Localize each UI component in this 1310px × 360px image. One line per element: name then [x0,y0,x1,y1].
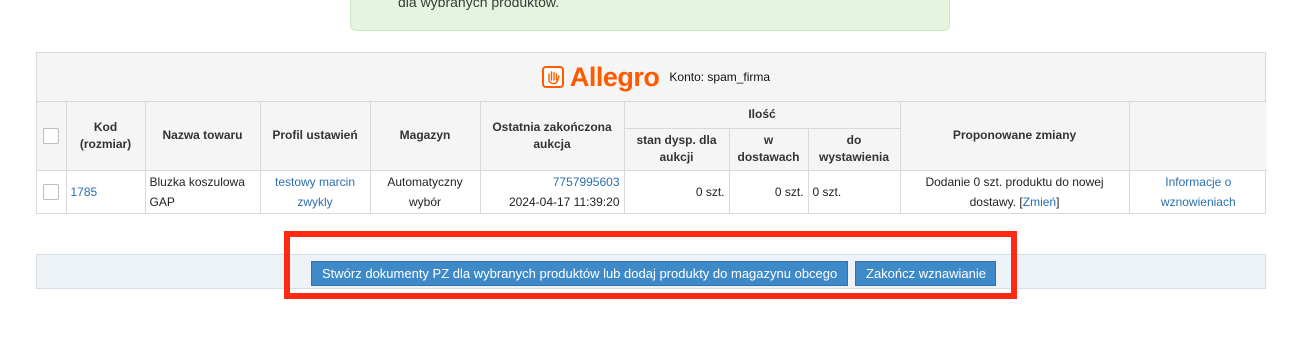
row-select-cell [37,169,67,213]
col-stan: stan dysp. dla aukcji [624,127,730,171]
row-profil-cell: testowy marcin zwykly [259,169,371,213]
allegro-wordmark: Allegro [569,62,660,92]
allegro-hand-icon [541,66,564,88]
col-aukcja: Ostatnia zakończona aukcja [479,102,625,171]
settings-profile-link[interactable]: testowy marcin zwykly [275,175,355,209]
account-header: Allegro Konto: spam_firma [37,53,1265,102]
success-notice: dla wybranych produktów. [350,0,950,31]
row-checkbox[interactable] [43,184,60,201]
col-wystawienie: do wystawienia [807,127,901,171]
col-profil: Profil ustawień [259,102,371,171]
auction-id-link[interactable]: 7757995603 [553,175,620,189]
auction-end-date: 2024-04-17 11:39:20 [508,194,620,209]
row-info-cell: Informacje o wznowieniach [1128,169,1268,213]
row-wystawienie: 0 szt. [807,169,901,213]
change-link[interactable]: Zmień [1023,195,1056,209]
col-ilosc: Ilość [623,102,901,129]
resume-info-link[interactable]: Informacje o wznowieniach [1161,175,1236,209]
row-nazwa: Bluzka koszulowa GAP [144,169,261,213]
table-row: 1785 Bluzka koszulowa GAP testowy marcin… [37,169,1268,213]
col-kod: Kod (rozmiar) [65,102,146,171]
row-dostawy: 0 szt. [728,169,809,213]
row-kod-cell: 1785 [65,169,146,213]
col-info [1128,102,1268,171]
row-aukcja-cell: 7757995603 2024-04-17 11:39:20 [479,169,625,213]
col-nazwa: Nazwa towaru [144,102,261,171]
highlight-box [284,231,1017,299]
proposed-change-text: Dodanie 0 szt. produktu do nowej dostawy… [925,174,1104,209]
notice-text: dla wybranych produktów. [398,0,560,10]
allegro-logo: Allegro [541,62,660,92]
row-zmiany-cell: Dodanie 0 szt. produktu do nowej dostawy… [899,169,1130,213]
allegro-resume-panel: Allegro Konto: spam_firma Kod (rozmiar) … [36,52,1268,214]
products-table: Kod (rozmiar) Nazwa towaru Profil ustawi… [37,102,1268,213]
col-magazyn: Magazyn [369,102,481,171]
row-stan: 0 szt. [623,169,730,213]
select-all-cell [37,102,67,171]
col-zmiany: Proponowane zmiany [899,102,1130,171]
select-all-checkbox[interactable] [43,128,60,145]
row-magazyn: Automatyczny wybór [369,169,481,213]
account-label: Konto: spam_firma [669,70,771,84]
product-code-link[interactable]: 1785 [71,185,98,199]
col-dostawy: w dostawach [728,127,809,171]
